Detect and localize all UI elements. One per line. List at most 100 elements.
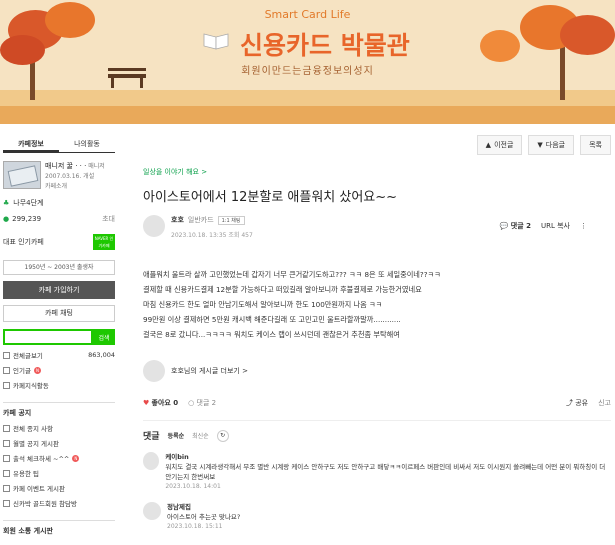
commenter-name[interactable]: 케이bin [165, 452, 611, 462]
next-label: 다음글 [545, 141, 566, 149]
banner-brand: Smart Card Life [264, 8, 351, 21]
grade-label[interactable]: 나무4단계 [13, 198, 43, 208]
cafe-chat-button[interactable]: 카페 채팅 [3, 305, 115, 322]
author-avatar-small[interactable] [143, 360, 165, 382]
knowledge-icon [3, 381, 10, 389]
body-line: 애플워치 울트라 살까 고민했었는데 갑자기 너무 큰거같기도하고??? ㅋㅋ … [143, 270, 441, 279]
menu-item-attendance[interactable]: 출석 체크하세 ~^^ N [3, 453, 115, 463]
url-copy-button[interactable]: URL 복사 [541, 221, 570, 231]
book-icon [203, 33, 229, 50]
board-icon [3, 439, 10, 447]
cafe-thumbnail[interactable] [3, 161, 41, 189]
stat-value: 863,004 [88, 351, 115, 359]
commenter-avatar[interactable] [143, 452, 160, 470]
share-label: 공유 [575, 399, 589, 407]
board-icon [3, 499, 10, 507]
next-post-button[interactable]: ▼ 다음글 [528, 135, 575, 155]
stat-label: 인기글 [13, 367, 31, 375]
comment-item: 정남제집 아이스토어 추는곳 맞나요? 2023.10.18. 15:11 [143, 502, 611, 532]
member-period: 1950년 ~ 2003년 출생자 [3, 260, 115, 275]
list-button[interactable]: 목록 [580, 135, 611, 155]
board-icon [3, 469, 10, 477]
menu-label: 카페 이벤트 게시판 [13, 485, 65, 493]
comment-icon: 💬 [499, 222, 509, 230]
comment-date: 2023.10.18. 14:01 [165, 483, 221, 490]
cafe-intro-link[interactable]: 카페소개 [45, 182, 105, 192]
popular-cafe-row: 대표 인기카페 NAVER 인기카페 [3, 234, 115, 250]
member-row: ● 299,239 초대 [3, 214, 115, 224]
prev-post-button[interactable]: ▲ 이전글 [476, 135, 523, 155]
author-posts-box: 호호님의 게시글 더보기 > [143, 360, 611, 382]
author-avatar[interactable] [143, 215, 165, 237]
stat-popular[interactable]: 인기글 N [3, 365, 115, 375]
commenter-name[interactable]: 정남제집 [167, 502, 240, 512]
cafe-banner[interactable]: Smart Card Life 신용카드 박물관 회원이만드는금융정보의성지 [0, 0, 615, 124]
tree-grade-icon: ♣ [3, 199, 10, 207]
more-icon[interactable]: ⋮ [580, 222, 587, 230]
refresh-icon[interactable]: ↻ [216, 429, 229, 442]
article-actions: ♥ 좋아요 0 ○ 댓글 2 ⤴ 공유 신고 [143, 398, 611, 408]
post-navigation: ▲ 이전글 ▼ 다음글 목록 [476, 135, 611, 155]
cafe-search-input[interactable] [3, 329, 93, 345]
commenter-avatar[interactable] [143, 502, 161, 520]
stat-label: 전체글보기 [13, 352, 43, 360]
popular-icon [3, 366, 10, 374]
like-button[interactable]: ♥ 좋아요 0 [143, 398, 178, 408]
cafe-info: 매니저 꿀 · · · 매니저 2007.03.16. 개설 카페소개 [3, 161, 115, 192]
menu-item-tips[interactable]: 유용한 팁 [3, 468, 115, 478]
community-header: 회원 소통 게시판 [3, 520, 115, 536]
banner-title: 신용카드 박물관 [240, 31, 410, 60]
cafe-search-button[interactable]: 검색 [93, 329, 115, 345]
view-count: 조회 457 [228, 232, 253, 239]
menu-item-monthly[interactable]: 월별 공지 게시판 [3, 438, 115, 448]
menu-item-events[interactable]: 카페 이벤트 게시판 [3, 483, 115, 493]
article-body: 애플워치 울트라 살까 고민했었는데 갑자기 너무 큰거같기도하고??? ㅋㅋ … [143, 267, 611, 342]
heart-icon: ♥ [143, 399, 150, 407]
body-line: 결제할 때 신용카드결제 12분할 가능하다고 떠있길래 알아보니까 후불결제로… [143, 285, 422, 294]
report-button[interactable]: 신고 [598, 398, 611, 408]
join-cafe-button[interactable]: 카페 가입하기 [3, 281, 115, 299]
board-icon [3, 454, 10, 462]
menu-label: 유용한 팁 [13, 470, 39, 478]
board-link[interactable]: 일상을 이야기 해요 > [143, 167, 611, 177]
cafe-search: 검색 [3, 329, 115, 345]
sidebar: 카페정보 나의활동 매니저 꿀 · · · 매니저 2007.03.16. 개설… [3, 137, 115, 536]
naver-popular-badge: NAVER 인기카페 [93, 234, 115, 250]
comment-icon: ○ [188, 399, 195, 407]
menu-label: 전체 종지 사항 [13, 425, 54, 433]
chevron-up-icon: ▲ [485, 141, 492, 149]
prev-label: 이전글 [494, 141, 514, 149]
article-title: 아이스토어에서 12분할로 애플워치 샀어요~~ [143, 190, 398, 205]
author-rank: 일반카드 [187, 216, 214, 224]
comment-date: 2023.10.18. 15:11 [167, 523, 223, 530]
comments-title: 댓글 [143, 432, 160, 442]
invite-link[interactable]: 초대 [102, 214, 115, 224]
comment-count-link[interactable]: 💬 댓글 2 [500, 221, 531, 231]
cafe-since: 2007.03.16. 개설 [45, 173, 95, 180]
author-posts-link[interactable]: 호호님의 게시글 더보기 > [171, 366, 248, 376]
new-badge: N [72, 454, 80, 462]
menu-item-gold[interactable]: 신카박 골드회원 참담방 [3, 498, 115, 508]
tab-my-activity[interactable]: 나의활동 [59, 137, 115, 152]
share-button[interactable]: ⤴ 공유 [566, 398, 588, 408]
menu-item-notice[interactable]: 전체 종지 사항 [3, 423, 115, 433]
comment-item: 케이bin 워치도 결국 시계라생각해서 무조 별반 시계랑 케이스 안하구도 … [143, 452, 611, 492]
board-icon [3, 424, 10, 432]
tree-icon [0, 35, 45, 65]
tree-icon [480, 30, 520, 62]
comment-text: 아이스토어 추는곳 맞나요? [167, 513, 241, 521]
manager-name[interactable]: 매니저 꿀 · · · [45, 162, 86, 170]
member-count[interactable]: 299,239 [12, 215, 41, 223]
body-line: 마침 신용카드 한도 얼마 안남기도해서 알아보니까 한도 100만원까지 나옴… [143, 300, 383, 309]
author-name[interactable]: 호호 [171, 215, 184, 225]
sidebar-tabs: 카페정보 나의활동 [3, 137, 115, 153]
comment-toggle[interactable]: ○ 댓글 2 [188, 398, 216, 408]
banner-subtitle: 회원이만드는금융정보의성지 [241, 66, 374, 77]
stat-knowledge[interactable]: 카페지식활동 [3, 380, 115, 390]
tab-cafe-info[interactable]: 카페정보 [3, 137, 59, 152]
sort-oldest[interactable]: 등록순 [168, 431, 185, 440]
stat-all-posts[interactable]: 전체글보기 863,004 [3, 350, 115, 360]
comment-short: 댓글 2 [196, 399, 217, 407]
chat-badge[interactable]: 1:1 채팅 [217, 215, 245, 225]
sort-newest[interactable]: 최신순 [192, 431, 209, 440]
